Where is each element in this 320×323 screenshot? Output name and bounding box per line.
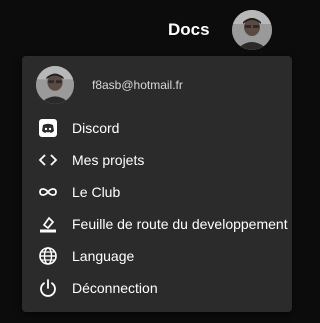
power-icon xyxy=(38,278,58,298)
roadmap-icon xyxy=(38,214,58,234)
code-icon xyxy=(38,150,58,170)
user-avatar-button[interactable] xyxy=(232,10,272,50)
menu-item-label: Language xyxy=(72,248,135,264)
menu-avatar xyxy=(36,66,74,104)
menu-item-label: Discord xyxy=(72,120,120,136)
menu-item-label: Feuille de route du developpement xyxy=(72,216,288,232)
infinity-icon xyxy=(38,182,58,202)
menu-user-header: f8asb@hotmail.fr xyxy=(22,56,292,108)
discord-icon xyxy=(38,118,58,138)
avatar-icon xyxy=(232,10,272,50)
menu-item-roadmap[interactable]: Feuille de route du developpement xyxy=(22,208,292,240)
menu-item-label: Déconnection xyxy=(72,280,158,296)
top-bar: Docs xyxy=(0,0,300,60)
menu-item-language[interactable]: Language xyxy=(22,240,292,272)
menu-item-discord[interactable]: Discord xyxy=(22,112,292,144)
globe-icon xyxy=(38,246,58,266)
user-email: f8asb@hotmail.fr xyxy=(92,78,183,92)
menu-item-logout[interactable]: Déconnection xyxy=(22,272,292,304)
avatar-icon xyxy=(36,66,74,104)
docs-link[interactable]: Docs xyxy=(168,20,210,40)
menu-item-label: Le Club xyxy=(72,184,121,200)
user-dropdown-menu: f8asb@hotmail.fr Discord Mes projets Le … xyxy=(22,56,292,312)
menu-item-projects[interactable]: Mes projets xyxy=(22,144,292,176)
menu-item-label: Mes projets xyxy=(72,152,145,168)
menu-item-club[interactable]: Le Club xyxy=(22,176,292,208)
